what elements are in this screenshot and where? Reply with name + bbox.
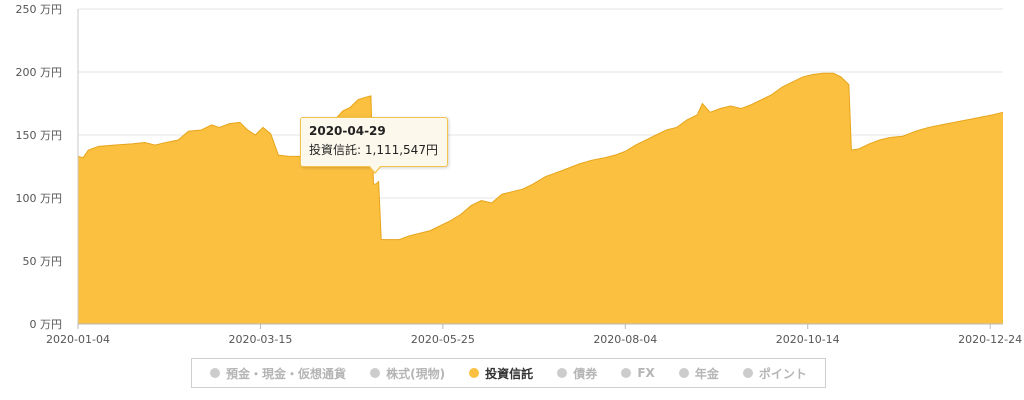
y-axis-ticks: 0 万円 50 万円 100 万円 150 万円 200 万円 250 万円	[16, 3, 63, 331]
legend-label: ポイント	[758, 366, 807, 381]
y-tick-label: 250 万円	[16, 3, 63, 16]
x-tick-label: 2020-03-15	[228, 333, 292, 346]
legend-label: 株式(現物)	[386, 366, 446, 381]
tooltip-colon: :	[357, 143, 365, 157]
chart-legend: 預金・現金・仮想通貨 株式(現物) 投資信託 債券 FX 年金 ポイント	[191, 358, 826, 388]
legend-item-bonds[interactable]: 債券	[557, 365, 597, 382]
series-area[interactable]	[77, 72, 1004, 324]
tooltip-value-line: 投資信託: 1,111,547円	[309, 141, 439, 158]
data-tooltip: 2020-04-29 投資信託: 1,111,547円	[300, 117, 448, 174]
area-chart: 0 万円 50 万円 100 万円 150 万円 200 万円 250 万円 2020-0…	[16, 3, 1023, 346]
legend-label: 債券	[573, 366, 598, 381]
x-axis-ticks: 2020-01-04 2020-03-15 2020-05-25 2020-08-04…	[46, 324, 1022, 346]
y-tick-label: 50 万円	[23, 255, 63, 268]
y-tick-label: 150 万円	[16, 129, 63, 142]
legend-item-pension[interactable]: 年金	[678, 365, 719, 382]
legend-dot-icon	[621, 368, 632, 378]
legend-label: FX	[637, 366, 655, 380]
tooltip-value: 1,111,547円	[364, 143, 438, 157]
legend-label: 年金	[694, 366, 719, 381]
x-tick-label: 2020-10-14	[776, 333, 840, 346]
tooltip-series-label: 投資信託	[309, 143, 358, 157]
x-tick-label: 2020-01-04	[46, 333, 110, 346]
legend-item-investment-trusts[interactable]: 投資信託	[469, 365, 533, 382]
x-tick-label: 2020-05-25	[411, 333, 475, 346]
tooltip-arrow-fill	[369, 165, 381, 172]
legend-dot-icon	[469, 368, 480, 378]
tooltip-date: 2020-04-29	[309, 124, 386, 138]
y-tick-label: 200 万円	[16, 66, 63, 79]
legend-item-points[interactable]: ポイント	[742, 365, 807, 382]
x-tick-label: 2020-12-24	[958, 333, 1022, 346]
series-area-fill[interactable]	[78, 73, 1003, 324]
legend-label: 投資信託	[485, 366, 534, 381]
legend-label: 預金・現金・仮想通貨	[226, 366, 347, 381]
legend-dot-icon	[370, 368, 381, 378]
legend-dot-icon	[210, 368, 221, 378]
y-tick-label: 0 万円	[30, 318, 63, 331]
legend-item-fx[interactable]: FX	[621, 366, 655, 380]
x-tick-label: 2020-08-04	[593, 333, 657, 346]
legend-dot-icon	[678, 368, 689, 378]
legend-dot-icon	[557, 368, 568, 378]
legend-item-stocks[interactable]: 株式(現物)	[370, 365, 445, 382]
y-tick-label: 100 万円	[16, 192, 63, 205]
legend-dot-icon	[742, 368, 753, 378]
legend-item-deposits[interactable]: 預金・現金・仮想通貨	[210, 365, 346, 382]
